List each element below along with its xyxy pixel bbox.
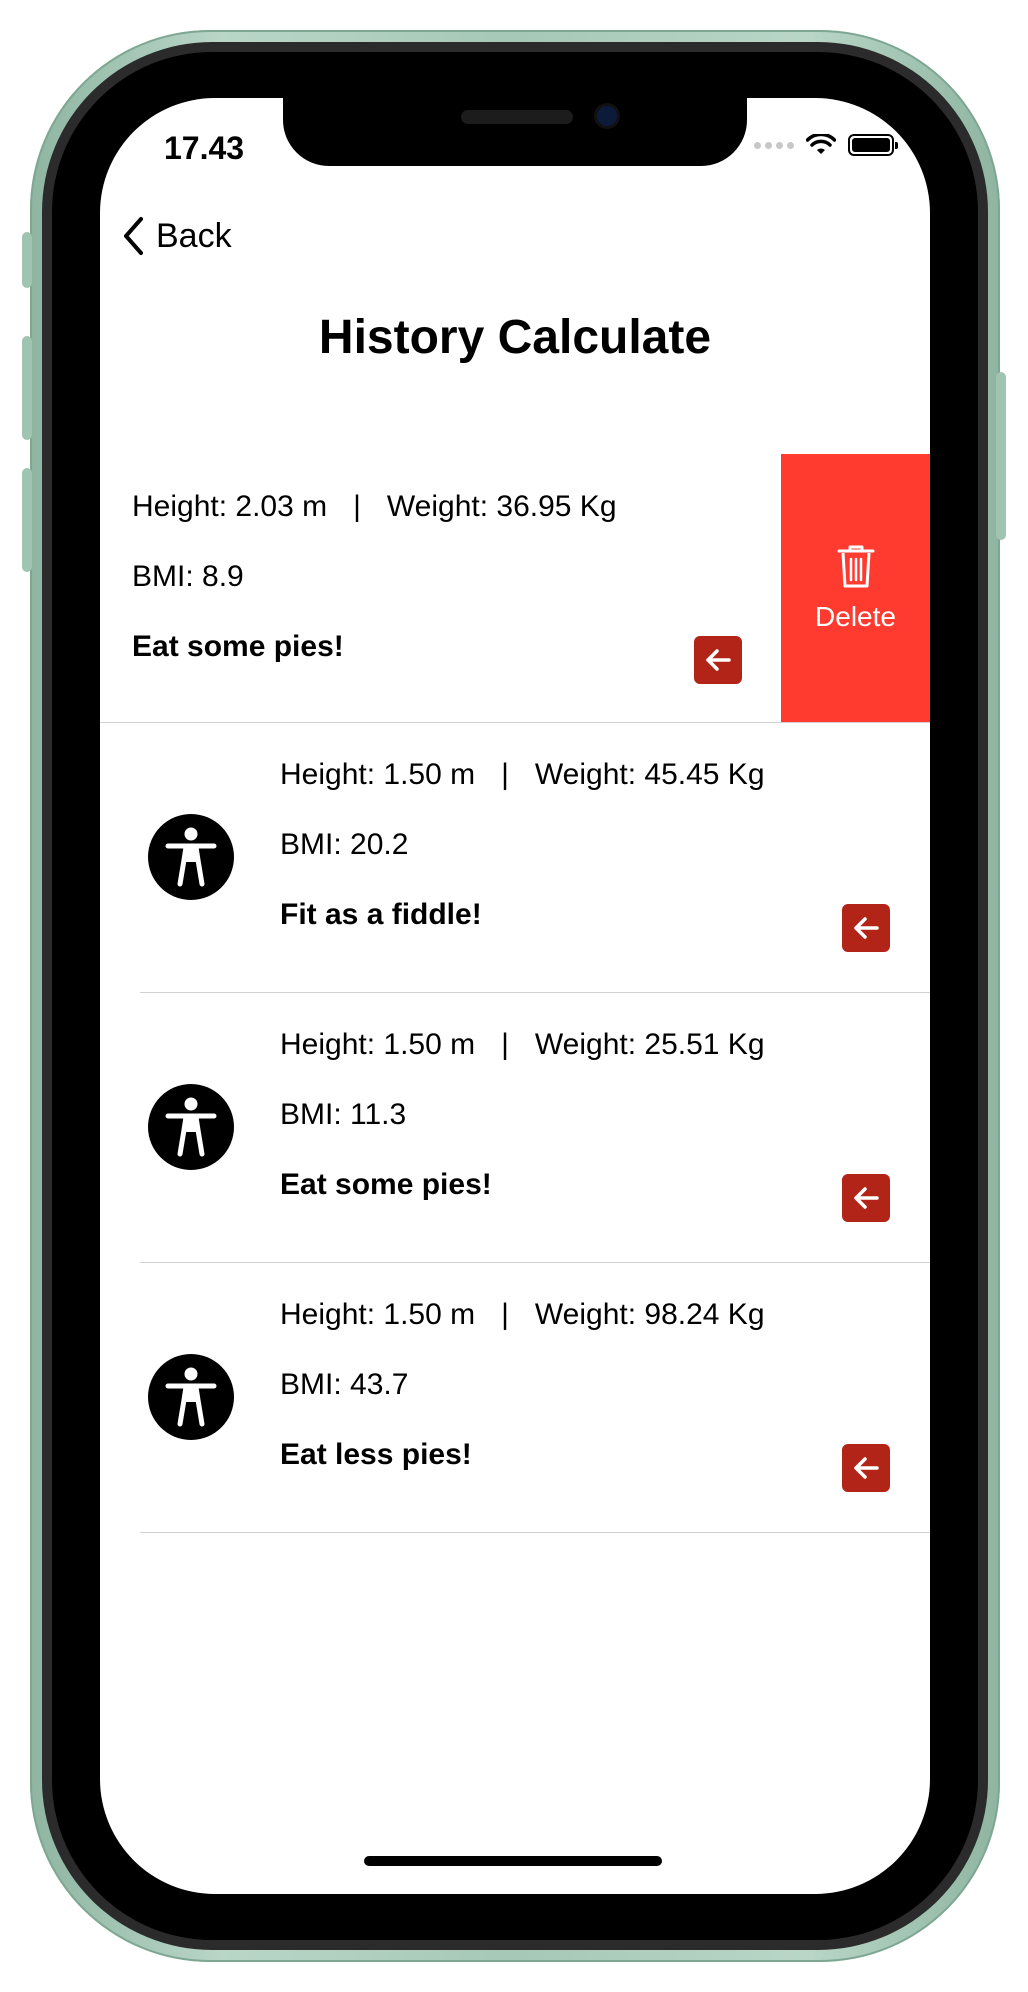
home-indicator[interactable] (364, 1856, 662, 1866)
device-mockup: 17.43 Back History Calculate Height: 2.0… (0, 0, 1028, 1992)
accessibility-icon (165, 1097, 217, 1157)
delete-button[interactable]: Delete (781, 454, 930, 722)
notch (283, 98, 747, 166)
row-height: Height: 1.50 m (280, 1028, 476, 1061)
row-weight: Weight: 98.24 Kg (534, 1298, 765, 1331)
row-action-button[interactable] (842, 904, 890, 952)
row-advice: Eat some pies! (280, 1168, 492, 1201)
status-time: 17.43 (164, 130, 245, 166)
avatar (148, 1354, 234, 1440)
history-row[interactable]: Height: 1.50 m | Weight: 25.51 Kg BMI: 11.… (100, 992, 930, 1260)
row-bmi: BMI: 8.9 (132, 560, 244, 593)
row-height: Height: 1.50 m (280, 758, 476, 791)
battery-icon (848, 134, 898, 156)
arrow-left-icon (854, 1457, 879, 1479)
row-measurements: Height: 1.50 m | Weight: 45.45 Kg (280, 758, 765, 792)
row-advice: Eat less pies! (280, 1438, 472, 1471)
row-weight: Weight: 25.51 Kg (534, 1028, 765, 1061)
row-separator: | (501, 758, 509, 791)
history-row[interactable]: Height: 1.50 m | Weight: 98.24 Kg BMI: 43.… (100, 1262, 930, 1530)
accessibility-icon (165, 1367, 217, 1427)
earpiece-speaker (461, 110, 573, 124)
row-measurements: Height: 1.50 m | Weight: 25.51 Kg (280, 1028, 765, 1062)
row-measurements: Height: 1.50 m | Weight: 98.24 Kg (280, 1298, 765, 1332)
row-action-button[interactable] (842, 1174, 890, 1222)
row-advice: Eat some pies! (132, 630, 344, 663)
avatar (148, 1084, 234, 1170)
arrow-left-icon (854, 1187, 879, 1209)
accessibility-icon (165, 827, 217, 887)
status-indicators (754, 134, 898, 156)
row-bmi: BMI: 43.7 (280, 1368, 409, 1401)
side-button-volume-up (22, 336, 32, 440)
row-separator: | (501, 1298, 509, 1331)
front-camera (597, 106, 617, 126)
side-button-power (996, 372, 1006, 540)
row-separator: | (501, 1028, 509, 1061)
wifi-icon (806, 134, 836, 154)
row-separator: | (353, 490, 361, 523)
row-height: Height: 2.03 m (132, 490, 328, 523)
row-divider (140, 1532, 930, 1533)
row-action-button[interactable] (842, 1444, 890, 1492)
back-label: Back (156, 216, 232, 255)
row-advice: Fit as a fiddle! (280, 898, 482, 931)
row-measurements: Height: 2.03 m | Weight: 36.95 Kg (132, 490, 617, 524)
side-button-volume-down (22, 468, 32, 572)
row-weight: Weight: 45.45 Kg (534, 758, 765, 791)
history-row[interactable]: Height: 1.50 m | Weight: 45.45 Kg BMI: 20.… (100, 722, 930, 990)
row-weight: Weight: 36.95 Kg (386, 490, 617, 523)
back-button[interactable]: Back (122, 216, 232, 256)
page-title: History Calculate (318, 311, 712, 364)
cellular-signal-icon (754, 141, 794, 149)
row-bmi: BMI: 11.3 (280, 1098, 407, 1131)
row-bmi: BMI: 20.2 (280, 828, 409, 861)
avatar (148, 814, 234, 900)
row-height: Height: 1.50 m (280, 1298, 476, 1331)
trash-icon (837, 545, 874, 588)
delete-label: Delete (815, 601, 896, 632)
chevron-left-icon (124, 217, 143, 255)
arrow-left-icon (854, 917, 879, 939)
row-action-button[interactable] (694, 636, 742, 684)
side-button-silent (22, 232, 32, 288)
arrow-left-icon (706, 649, 731, 671)
app-screen: 17.43 Back History Calculate Height: 2.0… (100, 98, 930, 1894)
